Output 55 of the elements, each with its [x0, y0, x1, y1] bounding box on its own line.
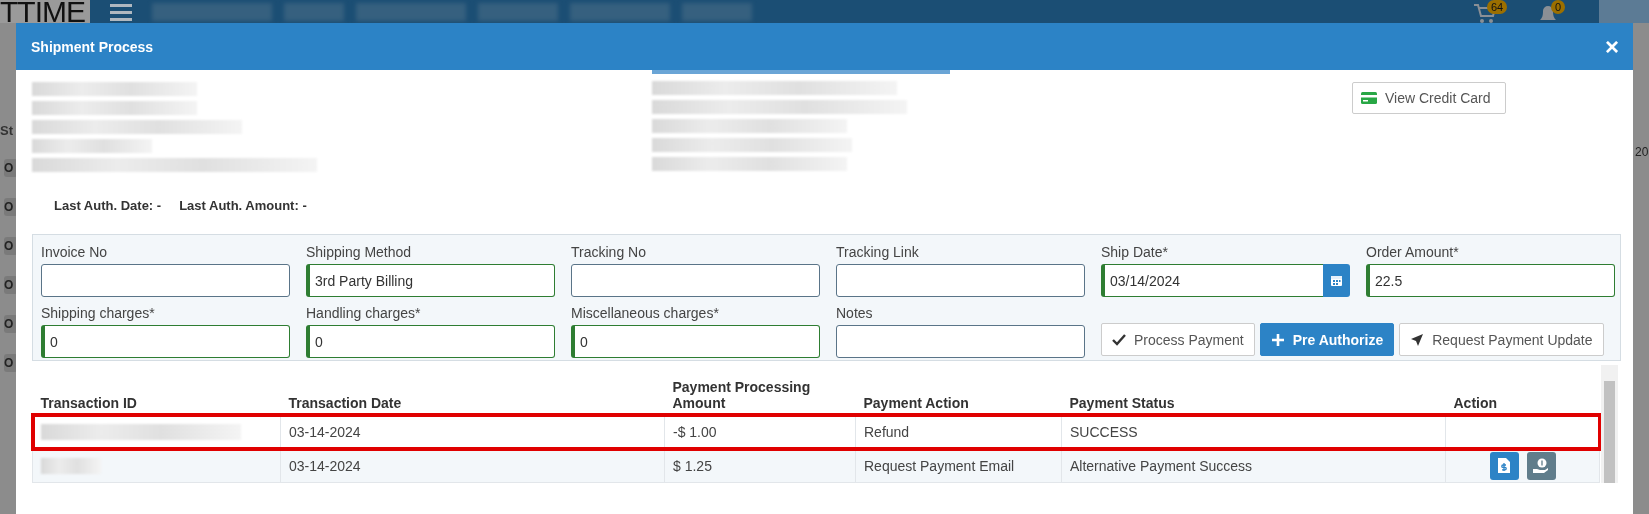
logo: TTIME [0, 0, 90, 23]
input-field[interactable] [836, 264, 1085, 297]
field-label: Miscellaneous charges* [571, 305, 720, 323]
input-field[interactable]: 3rd Party Billing [306, 264, 555, 297]
field-label: Handling charges* [306, 305, 422, 323]
view-credit-card-button[interactable]: View Credit Card [1352, 82, 1506, 114]
close-button[interactable]: × [1605, 34, 1619, 59]
redacted-text [682, 3, 752, 21]
auth-info: Last Auth. Date: - [54, 198, 162, 213]
check-icon [1112, 332, 1126, 347]
hand-coin-icon [1533, 458, 1549, 473]
modal-title: Shipment Process [31, 38, 154, 55]
column-header: Action [1445, 365, 1600, 415]
input-field[interactable] [836, 325, 1085, 358]
input-field[interactable]: 0 [306, 325, 555, 358]
auth-info: Last Auth. Amount: - [179, 198, 307, 213]
input-field[interactable]: 03/14/2024 [1101, 264, 1323, 297]
column-header: Payment Status [1061, 365, 1446, 415]
column-header: Payment Processing Amount [664, 365, 856, 415]
field-label: Order Amount* [1366, 244, 1460, 262]
input-field[interactable]: 0 [41, 325, 290, 358]
input-field[interactable]: 22.5 [1366, 264, 1615, 297]
count-badge: 64 [1487, 0, 1508, 14]
column-header: St [0, 123, 14, 138]
send-icon [1410, 332, 1425, 347]
invoice-button[interactable] [1489, 451, 1519, 480]
column-header: Payment Action [855, 365, 1062, 415]
action-button[interactable]: Process Payment [1101, 323, 1255, 356]
redacted-text [284, 3, 344, 21]
action-button[interactable]: Pre Authorize [1259, 323, 1395, 356]
calendar-button[interactable] [1323, 264, 1350, 297]
menu-icon [110, 3, 132, 21]
table-cell: 20 [1635, 145, 1649, 159]
plus-icon [1270, 332, 1285, 347]
field-label: Ship Date* [1101, 244, 1169, 262]
input-field[interactable] [41, 264, 290, 297]
action-button[interactable]: Request Payment Update [1399, 323, 1604, 356]
redacted-text [41, 457, 101, 474]
field-label: Tracking No [571, 244, 647, 262]
document-dollar-icon [1498, 458, 1510, 473]
avatar [1599, 0, 1649, 23]
input-field[interactable] [571, 264, 820, 297]
calendar-icon [1330, 274, 1343, 287]
field-label: Shipping charges* [41, 305, 156, 323]
count-badge: 0 [1551, 0, 1566, 14]
credit-card-icon [1361, 92, 1377, 104]
field-label: Notes [836, 305, 874, 323]
input-field[interactable]: 0 [571, 325, 820, 358]
field-label: Invoice No [41, 244, 109, 262]
scrollbar[interactable] [1601, 365, 1618, 483]
column-header: Transaction ID [32, 365, 281, 415]
field-label: Shipping Method [306, 244, 413, 262]
column-header: Transaction Date [280, 365, 665, 415]
payment-button[interactable] [1526, 451, 1556, 480]
field-label: Tracking Link [836, 244, 920, 262]
